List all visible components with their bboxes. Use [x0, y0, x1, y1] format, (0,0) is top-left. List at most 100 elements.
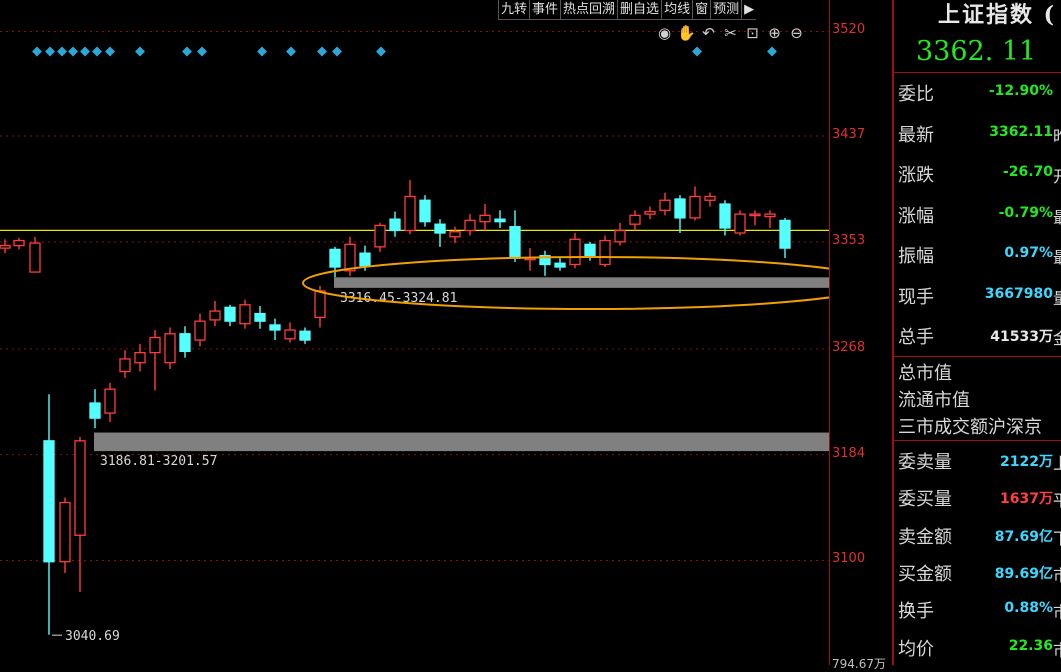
quote-tail: 最: [1053, 204, 1061, 228]
index-title: 上证指数 (: [938, 2, 1057, 28]
undo-icon[interactable]: ↶: [699, 24, 718, 43]
candle-up: [614, 229, 626, 243]
support-zone: [94, 432, 829, 452]
quote-value: 0.88%: [1004, 600, 1053, 617]
market-stat-label: 总市值: [898, 363, 952, 384]
quote-row: 委比 -12.90%: [894, 76, 1061, 108]
candle-down: [419, 199, 431, 223]
candle-down: [329, 248, 341, 268]
toolbar-button-1[interactable]: 事件: [529, 0, 561, 20]
quote-value: 0.97%: [1004, 245, 1053, 261]
event-marker: [197, 46, 207, 57]
candle-up: [689, 195, 701, 219]
candle-up: [734, 213, 746, 234]
event-marker: [286, 46, 296, 57]
candle-down: [509, 226, 521, 259]
quote-label: 最新: [898, 124, 934, 146]
candle-down: [584, 243, 596, 257]
quote-tail: 最: [1053, 244, 1061, 268]
candle-down: [254, 312, 266, 322]
toolbar-button-4[interactable]: 均线: [661, 0, 693, 20]
quote-row: 涨跌 -26.70开: [894, 157, 1061, 189]
scissors-icon[interactable]: ✂: [721, 24, 740, 43]
quote-label: 卖金额: [898, 526, 952, 548]
lock-icon[interactable]: ⊡: [743, 24, 762, 43]
candle-up: [764, 213, 776, 218]
candle-up: [659, 199, 671, 211]
quote-value: 2122万: [1000, 454, 1053, 470]
candle-down: [434, 223, 446, 234]
candle-up: [0, 244, 11, 249]
quote-row: 总手 41533万金: [894, 319, 1061, 351]
candle-up: [209, 310, 221, 321]
event-marker: [376, 46, 386, 57]
quote-value: -0.79%: [998, 204, 1053, 221]
toolbar-button-7[interactable]: ▶: [741, 0, 757, 20]
candle-up: [104, 388, 116, 414]
y-tick-label: 3437: [832, 127, 866, 143]
quote-tail: 金: [1053, 325, 1061, 349]
market-stat-label: 三市成交额沪深京: [898, 417, 1042, 438]
quote-label: 委比: [898, 84, 934, 105]
y-tick-label: 3268: [832, 339, 866, 355]
candle-down: [389, 218, 401, 232]
quote-value: 89.69亿: [994, 565, 1053, 582]
quote-value: 1637万: [1000, 491, 1053, 508]
candle-down: [43, 440, 55, 563]
kline-chart[interactable]: 3316.45-3324.81 3186.81-3201.57 3040.69 九转…: [0, 0, 829, 665]
zoom-out-icon[interactable]: ⊖: [787, 24, 806, 43]
y-tick-label: 3100: [832, 551, 866, 567]
candle-up: [314, 290, 326, 319]
toolbar-button-5[interactable]: 窗: [692, 0, 711, 20]
quote-value: -12.90%: [988, 83, 1053, 99]
quote-value: 87.69亿: [994, 528, 1053, 545]
event-marker: [182, 46, 192, 57]
drawing-tools: ◉ ✋ ↶ ✂ ⊡ ⊕ ⊖: [655, 24, 806, 43]
quote-label: 委卖量: [898, 452, 952, 473]
candle-up: [629, 214, 641, 225]
toolbar-button-2[interactable]: 热点回溯: [560, 0, 618, 20]
zoom-in-icon[interactable]: ⊕: [765, 24, 784, 43]
quote-row: 最新 3362.11昨: [894, 117, 1061, 149]
quote-row: 换手 0.88%市: [894, 593, 1061, 625]
quote-label: 均价: [898, 638, 934, 660]
toolbar-button-6[interactable]: 预测: [710, 0, 742, 20]
event-marker: [57, 46, 67, 57]
panel-divider: [894, 356, 1061, 357]
quote-row: 委卖量 2122万上: [894, 444, 1061, 476]
y-tick-label: 3353: [832, 232, 866, 248]
hand-icon[interactable]: ✋: [677, 24, 696, 43]
candle-down: [179, 333, 191, 353]
chart-toolbar: 九转 事件 热点回溯 删自选 均线窗预测 ▶: [498, 0, 757, 20]
candle-up: [239, 304, 251, 325]
quote-row: 买金额 89.69亿市: [894, 556, 1061, 588]
candle-down: [224, 306, 236, 322]
candle-up: [374, 224, 386, 248]
eye-icon[interactable]: ◉: [655, 24, 674, 43]
support-zone: [334, 277, 829, 288]
quote-tail: 市: [1053, 599, 1061, 623]
y-tick-label: 3184: [832, 445, 866, 461]
event-marker: [92, 46, 102, 57]
toolbar-button-0[interactable]: 九转: [498, 0, 530, 20]
event-marker: [105, 46, 115, 57]
toolbar-button-3[interactable]: 删自选: [617, 0, 662, 20]
quote-tail: 市: [1053, 637, 1061, 661]
volume-label: 794.67万: [832, 657, 886, 671]
quote-tail: 下: [1053, 525, 1061, 549]
quote-label: 换手: [898, 601, 934, 623]
candle-up: [74, 440, 86, 536]
candle-up: [569, 238, 581, 266]
market-stat-label: 流通市值: [898, 390, 970, 411]
quote-row: 均价 22.36市: [894, 631, 1061, 663]
event-marker: [257, 46, 267, 57]
event-marker: [692, 46, 702, 57]
candle-down: [494, 218, 506, 223]
quote-value: 41533万: [990, 329, 1053, 345]
candle-up: [344, 243, 356, 272]
quote-label: 涨跌: [898, 165, 934, 186]
event-marker: [80, 46, 90, 57]
candlestick-plot[interactable]: 3316.45-3324.813186.81-3201.573040.69: [0, 0, 829, 665]
quote-value: 3362.11: [989, 123, 1053, 140]
index-price: 3362. 11: [916, 36, 1037, 67]
